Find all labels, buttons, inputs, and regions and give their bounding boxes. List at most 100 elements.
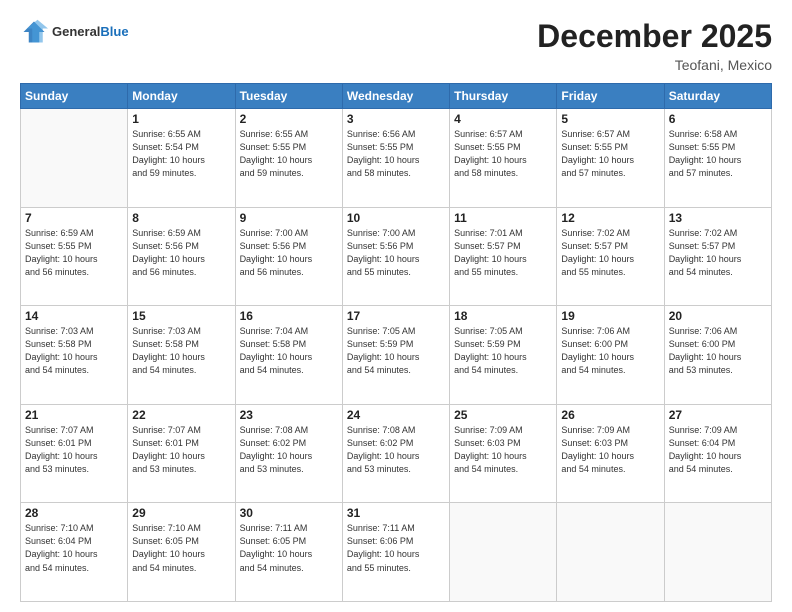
calendar-cell: 1 Sunrise: 6:55 AM Sunset: 5:54 PM Daylig… [128,109,235,208]
day-number: 25 [454,408,552,422]
day-info: Sunrise: 7:09 AM Sunset: 6:03 PM Dayligh… [561,424,659,476]
calendar-cell [664,503,771,602]
day-info: Sunrise: 7:03 AM Sunset: 5:58 PM Dayligh… [25,325,123,377]
day-number: 5 [561,112,659,126]
day-info: Sunrise: 7:08 AM Sunset: 6:02 PM Dayligh… [240,424,338,476]
calendar-cell: 23 Sunrise: 7:08 AM Sunset: 6:02 PM Dayli… [235,404,342,503]
calendar-week-row: 14Sunrise: 7:03 AM Sunset: 5:58 PM Dayli… [21,306,772,405]
calendar-cell [21,109,128,208]
logo-icon [20,18,48,46]
calendar-cell: 29 Sunrise: 7:10 AM Sunset: 6:05 PM Dayli… [128,503,235,602]
weekday-header-wednesday: Wednesday [342,84,449,109]
location-subtitle: Teofani, Mexico [537,57,772,73]
calendar-cell: 14Sunrise: 7:03 AM Sunset: 5:58 PM Dayli… [21,306,128,405]
calendar-cell: 27Sunrise: 7:09 AM Sunset: 6:04 PM Dayli… [664,404,771,503]
day-number: 21 [25,408,123,422]
day-number: 15 [132,309,230,323]
day-info: Sunrise: 7:00 AM Sunset: 5:56 PM Dayligh… [240,227,338,279]
calendar-cell: 7 Sunrise: 6:59 AM Sunset: 5:55 PM Daylig… [21,207,128,306]
calendar-cell: 15 Sunrise: 7:03 AM Sunset: 5:58 PM Dayli… [128,306,235,405]
day-number: 22 [132,408,230,422]
calendar-week-row: 21 Sunrise: 7:07 AM Sunset: 6:01 PM Dayli… [21,404,772,503]
day-number: 3 [347,112,445,126]
calendar-cell: 22 Sunrise: 7:07 AM Sunset: 6:01 PM Dayli… [128,404,235,503]
day-info: Sunrise: 7:07 AM Sunset: 6:01 PM Dayligh… [132,424,230,476]
calendar-cell: 4Sunrise: 6:57 AM Sunset: 5:55 PM Daylig… [450,109,557,208]
logo-text: GeneralBlue [52,25,129,39]
calendar-cell: 24 Sunrise: 7:08 AM Sunset: 6:02 PM Dayli… [342,404,449,503]
day-number: 6 [669,112,767,126]
calendar-cell: 16 Sunrise: 7:04 AM Sunset: 5:58 PM Dayli… [235,306,342,405]
calendar-cell [450,503,557,602]
weekday-header-thursday: Thursday [450,84,557,109]
day-info: Sunrise: 6:57 AM Sunset: 5:55 PM Dayligh… [454,128,552,180]
day-info: Sunrise: 7:06 AM Sunset: 6:00 PM Dayligh… [561,325,659,377]
calendar-cell: 25 Sunrise: 7:09 AM Sunset: 6:03 PM Dayli… [450,404,557,503]
calendar-cell: 11Sunrise: 7:01 AM Sunset: 5:57 PM Dayli… [450,207,557,306]
day-number: 13 [669,211,767,225]
day-number: 28 [25,506,123,520]
calendar-cell: 26 Sunrise: 7:09 AM Sunset: 6:03 PM Dayli… [557,404,664,503]
day-number: 24 [347,408,445,422]
day-info: Sunrise: 7:11 AM Sunset: 6:05 PM Dayligh… [240,522,338,574]
calendar-cell: 12Sunrise: 7:02 AM Sunset: 5:57 PM Dayli… [557,207,664,306]
weekday-header-monday: Monday [128,84,235,109]
calendar-cell: 30Sunrise: 7:11 AM Sunset: 6:05 PM Dayli… [235,503,342,602]
day-info: Sunrise: 7:07 AM Sunset: 6:01 PM Dayligh… [25,424,123,476]
day-number: 9 [240,211,338,225]
day-info: Sunrise: 7:08 AM Sunset: 6:02 PM Dayligh… [347,424,445,476]
day-info: Sunrise: 6:57 AM Sunset: 5:55 PM Dayligh… [561,128,659,180]
day-number: 19 [561,309,659,323]
calendar-table: SundayMondayTuesdayWednesdayThursdayFrid… [20,83,772,602]
calendar-cell: 3 Sunrise: 6:56 AM Sunset: 5:55 PM Daylig… [342,109,449,208]
calendar-cell: 6 Sunrise: 6:58 AM Sunset: 5:55 PM Daylig… [664,109,771,208]
day-info: Sunrise: 6:55 AM Sunset: 5:55 PM Dayligh… [240,128,338,180]
weekday-header-saturday: Saturday [664,84,771,109]
day-info: Sunrise: 7:06 AM Sunset: 6:00 PM Dayligh… [669,325,767,377]
calendar-cell: 10Sunrise: 7:00 AM Sunset: 5:56 PM Dayli… [342,207,449,306]
day-info: Sunrise: 7:03 AM Sunset: 5:58 PM Dayligh… [132,325,230,377]
weekday-header-sunday: Sunday [21,84,128,109]
logo: GeneralBlue [20,18,129,46]
calendar-week-row: 28 Sunrise: 7:10 AM Sunset: 6:04 PM Dayli… [21,503,772,602]
day-number: 26 [561,408,659,422]
weekday-header-row: SundayMondayTuesdayWednesdayThursdayFrid… [21,84,772,109]
calendar-cell: 21 Sunrise: 7:07 AM Sunset: 6:01 PM Dayli… [21,404,128,503]
calendar-cell: 13 Sunrise: 7:02 AM Sunset: 5:57 PM Dayli… [664,207,771,306]
weekday-header-friday: Friday [557,84,664,109]
calendar-cell: 9 Sunrise: 7:00 AM Sunset: 5:56 PM Daylig… [235,207,342,306]
day-number: 7 [25,211,123,225]
day-number: 16 [240,309,338,323]
header: GeneralBlue December 2025 Teofani, Mexic… [20,18,772,73]
calendar-cell: 2Sunrise: 6:55 AM Sunset: 5:55 PM Daylig… [235,109,342,208]
calendar-cell: 20Sunrise: 7:06 AM Sunset: 6:00 PM Dayli… [664,306,771,405]
day-info: Sunrise: 6:56 AM Sunset: 5:55 PM Dayligh… [347,128,445,180]
calendar-cell: 19 Sunrise: 7:06 AM Sunset: 6:00 PM Dayli… [557,306,664,405]
day-info: Sunrise: 7:10 AM Sunset: 6:05 PM Dayligh… [132,522,230,574]
day-info: Sunrise: 6:58 AM Sunset: 5:55 PM Dayligh… [669,128,767,180]
day-info: Sunrise: 7:05 AM Sunset: 5:59 PM Dayligh… [347,325,445,377]
day-info: Sunrise: 7:00 AM Sunset: 5:56 PM Dayligh… [347,227,445,279]
day-number: 23 [240,408,338,422]
calendar-cell: 5 Sunrise: 6:57 AM Sunset: 5:55 PM Daylig… [557,109,664,208]
calendar-week-row: 1 Sunrise: 6:55 AM Sunset: 5:54 PM Daylig… [21,109,772,208]
day-info: Sunrise: 6:59 AM Sunset: 5:55 PM Dayligh… [25,227,123,279]
month-title: December 2025 [537,18,772,55]
day-number: 12 [561,211,659,225]
day-info: Sunrise: 7:09 AM Sunset: 6:04 PM Dayligh… [669,424,767,476]
calendar-cell: 31Sunrise: 7:11 AM Sunset: 6:06 PM Dayli… [342,503,449,602]
day-number: 17 [347,309,445,323]
day-number: 1 [132,112,230,126]
day-info: Sunrise: 7:05 AM Sunset: 5:59 PM Dayligh… [454,325,552,377]
day-number: 29 [132,506,230,520]
day-info: Sunrise: 6:55 AM Sunset: 5:54 PM Dayligh… [132,128,230,180]
day-number: 31 [347,506,445,520]
day-number: 11 [454,211,552,225]
day-info: Sunrise: 7:09 AM Sunset: 6:03 PM Dayligh… [454,424,552,476]
day-info: Sunrise: 7:02 AM Sunset: 5:57 PM Dayligh… [669,227,767,279]
day-info: Sunrise: 7:04 AM Sunset: 5:58 PM Dayligh… [240,325,338,377]
calendar-cell: 17 Sunrise: 7:05 AM Sunset: 5:59 PM Dayli… [342,306,449,405]
day-info: Sunrise: 7:10 AM Sunset: 6:04 PM Dayligh… [25,522,123,574]
calendar-cell: 8Sunrise: 6:59 AM Sunset: 5:56 PM Daylig… [128,207,235,306]
day-number: 18 [454,309,552,323]
